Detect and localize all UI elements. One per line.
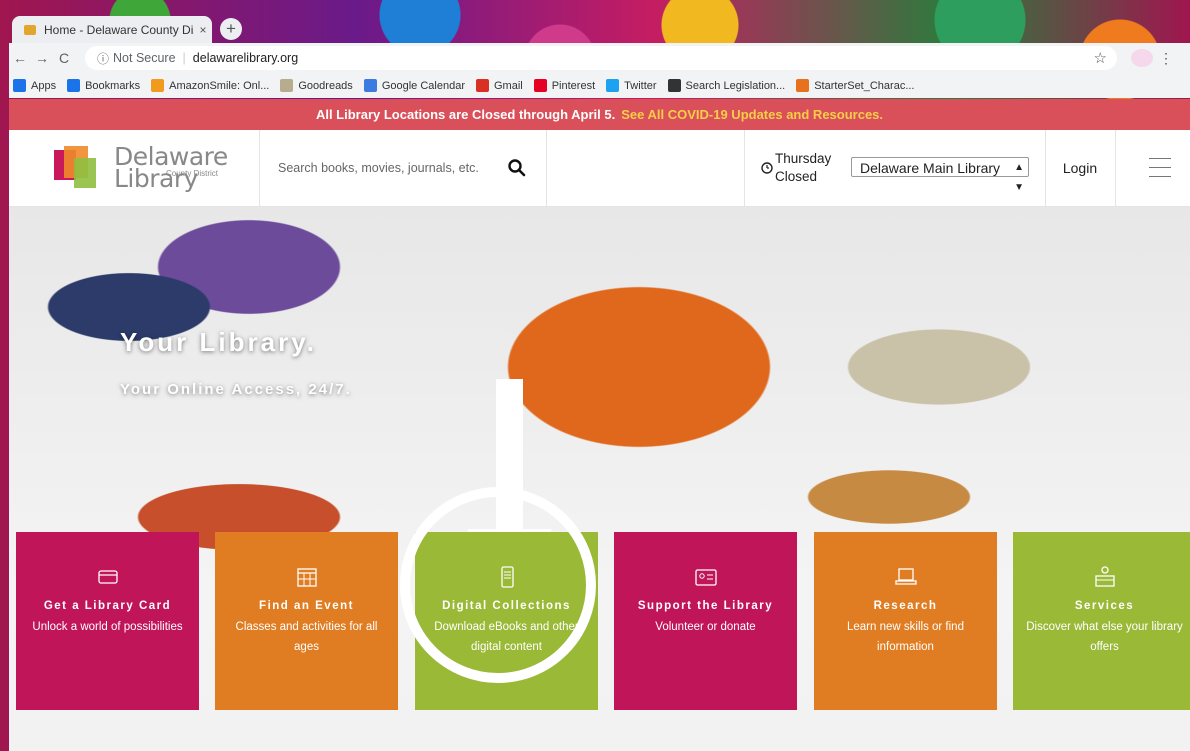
bookmark-item[interactable]: Search Legislation...: [667, 79, 786, 92]
bookmark-item[interactable]: Gmail: [475, 79, 523, 92]
tile-title: Find an Event: [259, 600, 354, 612]
covid-updates-link[interactable]: See All COVID-19 Updates and Resources.: [621, 107, 883, 122]
card-icon: [97, 570, 118, 584]
bookmark-item[interactable]: Bookmarks: [67, 79, 140, 92]
hamburger-menu-icon[interactable]: [1149, 158, 1171, 178]
twitter-icon: [606, 79, 620, 92]
tile-description: Discover what else your library offers: [1026, 621, 1183, 653]
hours-status: Closed: [775, 169, 818, 184]
laptop-icon: [894, 568, 917, 585]
bookmark-item[interactable]: Twitter: [606, 79, 657, 92]
security-label: Not Secure: [113, 51, 176, 65]
url-text[interactable]: delawarelibrary.org: [193, 51, 1094, 65]
logo-books-icon: [54, 144, 102, 192]
tile-support[interactable]: Support the Library Volunteer or donate: [614, 532, 797, 710]
gmail-icon: [475, 79, 489, 92]
tile-title: Get a Library Card: [43, 600, 172, 612]
hours-panel: Thursday Closed Delaware Main Library ▲ ▼: [744, 130, 1046, 206]
bookmark-label: Google Calendar: [381, 79, 465, 92]
tile-library-card[interactable]: Get a Library Card Unlock a world of poss…: [16, 532, 199, 710]
bookmark-item[interactable]: Google Calendar: [363, 79, 465, 92]
bookmark-label: Twitter: [624, 79, 657, 92]
address-separator: |: [182, 51, 186, 65]
covid-alert-banner: All Library Locations are Closed through…: [9, 99, 1190, 130]
back-icon[interactable]: ←: [9, 50, 31, 66]
bookmark-item[interactable]: Goodreads: [280, 79, 353, 92]
browser-toolbar: ← → C ⓘ Not Secure | delawarelibrary.org…: [9, 43, 1190, 73]
bookmark-star-icon[interactable]: ☆: [1094, 49, 1107, 67]
bookmark-label: Goodreads: [298, 79, 353, 92]
bookmark-label: Gmail: [493, 79, 523, 92]
apps-grid-icon: [13, 79, 26, 92]
star-icon: [67, 79, 81, 92]
highlight-circle-annotation: [400, 487, 596, 683]
id-card-icon: [694, 569, 717, 586]
tile-event[interactable]: Find an Event Classes and activities for …: [215, 532, 398, 710]
desk-person-icon: [1094, 566, 1115, 587]
bookmark-item[interactable]: StarterSet_Charac...: [796, 79, 915, 92]
bookmark-label: StarterSet_Charac...: [814, 79, 915, 92]
tile-description: Learn new skills or find information: [847, 621, 964, 653]
location-value: Delaware Main Library: [860, 160, 1001, 176]
logo-line-2: County District: [166, 169, 219, 178]
tab-title: Home - Delaware County Distri: [44, 22, 194, 37]
clock-icon: [761, 162, 773, 174]
browser-menu-icon[interactable]: ⋮: [1159, 50, 1173, 67]
bookmark-label: Search Legislation...: [685, 79, 786, 92]
tile-title: Services: [1074, 600, 1135, 612]
library-logo[interactable]: Delaware Library County District: [54, 140, 234, 196]
tile-services[interactable]: Services Discover what else your library …: [1013, 532, 1190, 710]
site-header: Delaware Library County District Thursda…: [9, 130, 1190, 207]
bookmark-label: Apps: [31, 79, 57, 92]
bookmark-label: Pinterest: [551, 79, 596, 92]
calendar-icon: [363, 79, 377, 92]
bookmark-label: AmazonSmile: Onl...: [169, 79, 270, 92]
bookmarks-bar: Apps Bookmarks AmazonSmile: Onl... Goodread…: [9, 73, 1190, 98]
tile-research[interactable]: Research Learn new skills or find informa…: [814, 532, 997, 710]
bookmark-label: Bookmarks: [85, 79, 141, 92]
amazon-icon: [151, 79, 165, 92]
legislation-icon: [667, 79, 681, 92]
goodreads-icon: [280, 79, 294, 92]
tile-description: Unlock a world of possibilities: [32, 621, 183, 633]
search-icon[interactable]: [507, 158, 527, 178]
catalog-search: [259, 130, 547, 206]
forward-icon[interactable]: →: [31, 50, 53, 66]
hero-title: Your Library.: [120, 327, 317, 357]
extension-icon[interactable]: [1131, 49, 1153, 67]
info-icon[interactable]: ⓘ: [97, 50, 109, 67]
bookmark-item[interactable]: Pinterest: [533, 79, 596, 92]
tab-close-icon[interactable]: ×: [194, 23, 212, 37]
tile-description: Classes and activities for all ages: [235, 621, 378, 653]
select-arrows-icon: ▲ ▼: [1014, 162, 1024, 193]
browser-tab[interactable]: Home - Delaware County Distri ×: [12, 16, 212, 43]
hours-text: Thursday Closed: [775, 150, 831, 186]
new-tab-button[interactable]: +: [220, 18, 242, 40]
bookmark-item[interactable]: AmazonSmile: Onl...: [151, 79, 269, 92]
web-page: All Library Locations are Closed through…: [9, 99, 1190, 751]
alert-text: All Library Locations are Closed through…: [315, 107, 616, 122]
login-button[interactable]: Login: [1045, 130, 1116, 206]
hero-subtitle: Your Online Access, 24/7.: [120, 381, 352, 398]
address-bar[interactable]: ⓘ Not Secure | delawarelibrary.org ☆: [85, 46, 1117, 70]
pinterest-icon: [533, 79, 547, 92]
bookmark-item[interactable]: Apps: [13, 79, 56, 92]
reload-icon[interactable]: C: [53, 50, 75, 66]
location-select[interactable]: Delaware Main Library ▲ ▼: [851, 157, 1029, 193]
b-icon: [796, 79, 810, 92]
site-favicon-icon: [24, 24, 36, 35]
tile-title: Support the Library: [637, 600, 774, 612]
tile-title: Research: [873, 600, 938, 612]
tile-description: Volunteer or donate: [655, 621, 756, 633]
calendar-icon: [296, 568, 317, 587]
search-input[interactable]: [276, 156, 490, 180]
hours-day: Thursday: [775, 151, 832, 166]
